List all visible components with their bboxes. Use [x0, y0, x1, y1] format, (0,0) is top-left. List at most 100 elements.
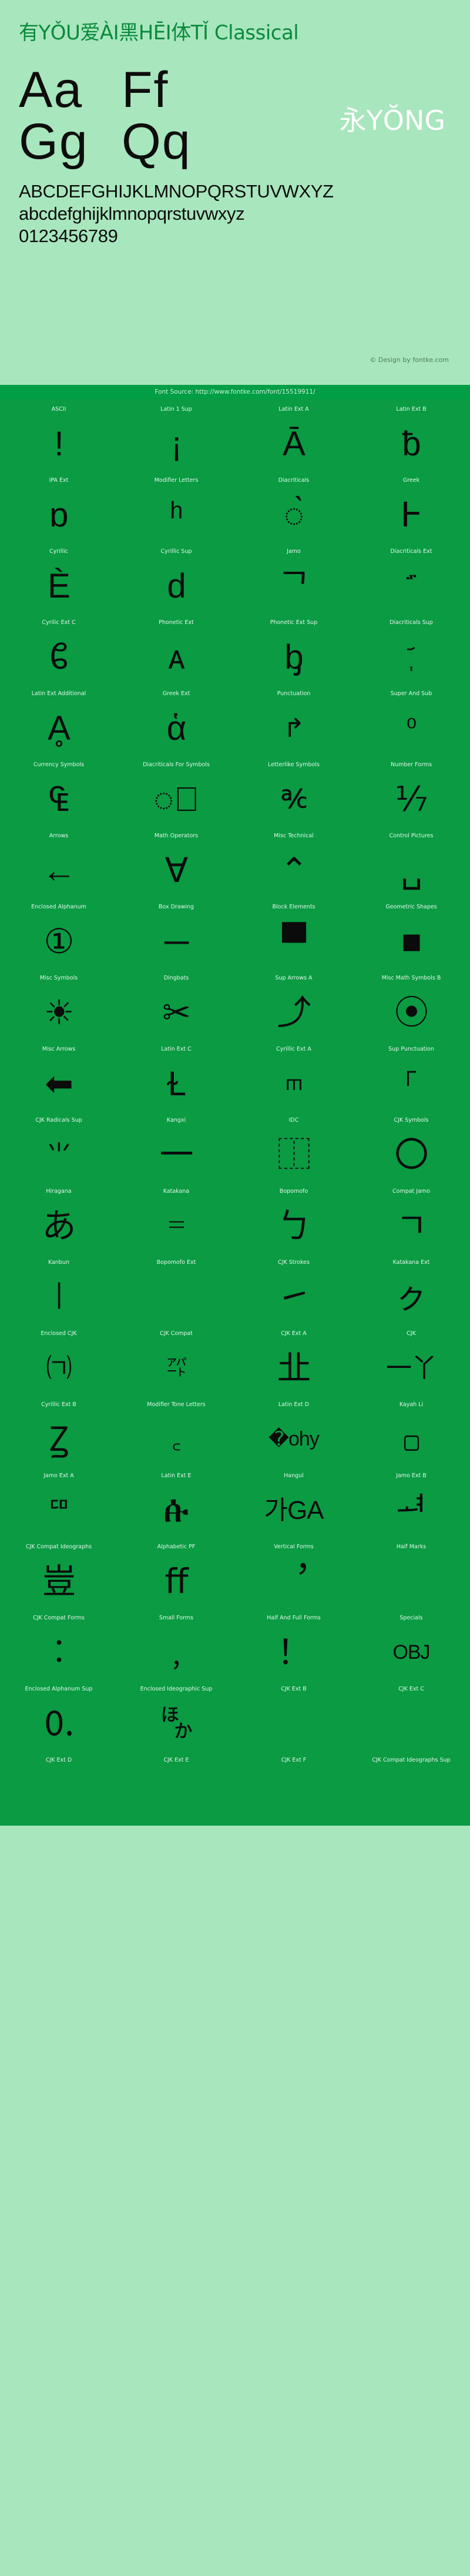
unicode-block-cell[interactable]: Latin Ext A Ā: [235, 404, 352, 475]
unicode-block-glyph: ힰ: [352, 1480, 470, 1541]
unicode-block-cell[interactable]: Greek Ext ἁ: [118, 688, 235, 759]
unicode-block-cell[interactable]: Misc Math Symbols B ⦿: [352, 972, 470, 1044]
unicode-block-label: Katakana Ext: [393, 1259, 430, 1266]
unicode-block-cell[interactable]: Sup Punctuation ⸀: [352, 1044, 470, 1115]
unicode-block-cell[interactable]: Diacriticals ◌̀: [235, 475, 352, 546]
unicode-block-cell[interactable]: IPA Ext ɒ: [0, 475, 118, 546]
unicode-block-cell[interactable]: Latin Ext B ƀ: [352, 404, 470, 475]
unicode-block-cell[interactable]: Katakana ゠: [118, 1186, 235, 1257]
unicode-block-label: CJK Ext C: [398, 1686, 424, 1693]
unicode-block-cell[interactable]: CJK Strokes ㇀: [235, 1257, 352, 1328]
unicode-block-cell[interactable]: Enclosed Alphanum ①: [0, 901, 118, 972]
unicode-block-cell[interactable]: CJK Compat Forms ︰: [0, 1612, 118, 1683]
unicode-block-cell[interactable]: Cyrillic Sup ԁ: [118, 546, 235, 617]
unicode-block-cell[interactable]: CJK Ext B 𠀀: [235, 1683, 352, 1755]
glyph-grid-row: Currency Symbols ₠ Diacriticals For Symbol…: [0, 759, 470, 830]
unicode-block-glyph: ﬀ: [118, 1551, 235, 1612]
unicode-block-cell[interactable]: Bopomofo ㄅ: [235, 1186, 352, 1257]
unicode-block-cell[interactable]: Letterlike Symbols ℀: [235, 759, 352, 830]
unicode-block-cell[interactable]: Cyrillic Ext A ᲅ: [235, 1044, 352, 1115]
unicode-block-cell[interactable]: CJK Compat Ideographs 豈: [0, 1541, 118, 1612]
unicode-block-cell[interactable]: Bopomofo Ext ㄰: [118, 1257, 235, 1328]
unicode-block-cell[interactable]: Box Drawing ─: [118, 901, 235, 972]
unicode-block-cell[interactable]: CJK Symbols 〇: [352, 1115, 470, 1186]
unicode-block-cell[interactable]: Katakana Ext ㇰ: [352, 1257, 470, 1328]
unicode-block-glyph: ⅐: [352, 769, 470, 830]
unicode-block-cell[interactable]: Kayah Li ꤀: [352, 1399, 470, 1470]
unicode-block-cell[interactable]: Hangul 가GA: [235, 1470, 352, 1541]
unicode-block-cell[interactable]: Dingbats ✂: [118, 972, 235, 1044]
unicode-block-cell[interactable]: Sup Arrows A ⤴: [235, 972, 352, 1044]
unicode-block-cell[interactable]: Punctuation ↱: [235, 688, 352, 759]
unicode-block-cell[interactable]: Modifier Tone Letters ꜀: [118, 1399, 235, 1470]
unicode-block-glyph: ㄅ: [235, 1195, 352, 1257]
unicode-block-cell[interactable]: CJK Compat Ideographs Sup 𪱀: [352, 1755, 470, 1826]
unicode-block-cell[interactable]: CJK Ext C 𪜀: [352, 1683, 470, 1755]
unicode-block-cell[interactable]: Specials OBJ: [352, 1612, 470, 1683]
unicode-block-cell[interactable]: Arrows ←: [0, 830, 118, 901]
unicode-block-cell[interactable]: Modifier Letters ʰ: [118, 475, 235, 546]
unicode-block-glyph: 一丫: [352, 1337, 470, 1399]
unicode-block-cell[interactable]: Enclosed Ideographic Sup 🈀: [118, 1683, 235, 1755]
unicode-block-cell[interactable]: Latin Ext D �ohy: [235, 1399, 352, 1470]
unicode-block-cell[interactable]: Math Operators ∀: [118, 830, 235, 901]
unicode-block-cell[interactable]: Super And Sub ⁰: [352, 688, 470, 759]
unicode-block-cell[interactable]: Latin Ext Additional Ḁ: [0, 688, 118, 759]
unicode-block-cell[interactable]: IDC ⿰: [235, 1115, 352, 1186]
glyph-grid-row: Cyrillic Ext B Ꙁ Modifier Tone Letters ꜀ Lat…: [0, 1399, 470, 1470]
unicode-block-cell[interactable]: Misc Symbols ☀: [0, 972, 118, 1044]
unicode-block-cell[interactable]: Latin Ext E ꬁ: [118, 1470, 235, 1541]
unicode-block-cell[interactable]: CJK Ext D 𫝀: [0, 1755, 118, 1826]
unicode-block-cell[interactable]: Number Forms ⅐: [352, 759, 470, 830]
unicode-block-cell[interactable]: Latin Ext C Ɫ: [118, 1044, 235, 1115]
unicode-block-cell[interactable]: Jamo Ext A ꥠ: [0, 1470, 118, 1541]
unicode-block-cell[interactable]: Geometric Shapes ■: [352, 901, 470, 972]
unicode-block-cell[interactable]: Half Marks︀: [352, 1541, 470, 1612]
unicode-block-cell[interactable]: Small Forms ﹐: [118, 1612, 235, 1683]
unicode-block-label: Diacriticals: [278, 477, 310, 484]
unicode-block-cell[interactable]: Alphabetic PF ﬀ: [118, 1541, 235, 1612]
unicode-block-cell[interactable]: Half And Full Forms ！: [235, 1612, 352, 1683]
unicode-block-cell[interactable]: Cyrillic Ext B Ꙁ: [0, 1399, 118, 1470]
unicode-block-cell[interactable]: Kangxi ⼀: [118, 1115, 235, 1186]
unicode-block-cell[interactable]: Greek Ͱ: [352, 475, 470, 546]
unicode-block-cell[interactable]: Diacriticals Ext᷀᷁: [352, 546, 470, 617]
unicode-block-cell[interactable]: Enclosed Alphanum Sup 🄀: [0, 1683, 118, 1755]
unicode-block-cell[interactable]: CJK Radicals Sup ⺌: [0, 1115, 118, 1186]
unicode-block-cell[interactable]: Phonetic Ext Sup ᶀ: [235, 617, 352, 688]
unicode-block-cell[interactable]: CJK Ext F 𬺰: [235, 1755, 352, 1826]
unicode-block-cell[interactable]: Misc Arrows ⬅: [0, 1044, 118, 1115]
unicode-block-label: CJK Ext D: [46, 1757, 72, 1764]
unicode-block-cell[interactable]: ASCII!: [0, 404, 118, 475]
unicode-block-label: Sup Arrows A: [275, 975, 312, 982]
unicode-block-cell[interactable]: Diacriticals Sup᷂᷄: [352, 617, 470, 688]
unicode-block-glyph: 㐀: [235, 1337, 352, 1399]
unicode-block-label: CJK Radicals Sup: [35, 1117, 82, 1124]
glyph-grid-row: IPA Ext ɒ Modifier Letters ʰ Diacriticals ◌̀ G…: [0, 475, 470, 546]
font-source-link[interactable]: Font Source: http://www.fontke.com/font/…: [155, 388, 315, 395]
unicode-block-cell[interactable]: Enclosed CJK ㈀: [0, 1328, 118, 1399]
unicode-block-cell[interactable]: Currency Symbols ₠: [0, 759, 118, 830]
unicode-block-cell[interactable]: Block Elements ▀: [235, 901, 352, 972]
unicode-block-cell[interactable]: CJK 一丫: [352, 1328, 470, 1399]
sample-glyph-qq: Qq: [122, 113, 239, 170]
unicode-block-cell[interactable]: Vertical Forms ︐: [235, 1541, 352, 1612]
unicode-block-cell[interactable]: Hiragana あ: [0, 1186, 118, 1257]
unicode-block-cell[interactable]: Diacriticals For Symbols ◌⃝: [118, 759, 235, 830]
unicode-block-label: Control Pictures: [390, 833, 434, 840]
unicode-block-cell[interactable]: Kanbun ㆐: [0, 1257, 118, 1328]
unicode-block-cell[interactable]: Misc Technical ⌃: [235, 830, 352, 901]
unicode-block-label: CJK Symbols: [394, 1117, 428, 1124]
unicode-block-cell[interactable]: Control Pictures ␣: [352, 830, 470, 901]
unicode-block-cell[interactable]: Latin 1 Sup ¡: [118, 404, 235, 475]
unicode-block-cell[interactable]: Compat Jamo ㄱ: [352, 1186, 470, 1257]
specimen-header: 有YǑU爱ÀI黑HĒI体TǏ Classical Aa Ff 永YŎNG Gg …: [0, 0, 470, 385]
unicode-block-cell[interactable]: Cyrillic Ѐ: [0, 546, 118, 617]
unicode-block-cell[interactable]: CJK Ext E 𫠠: [118, 1755, 235, 1826]
unicode-block-cell[interactable]: Jamo Ext B ힰ: [352, 1470, 470, 1541]
unicode-block-cell[interactable]: CJK Compat ㌀: [118, 1328, 235, 1399]
unicode-block-cell[interactable]: Jamo ᄀ: [235, 546, 352, 617]
unicode-block-cell[interactable]: Cyrilic Ext C ᲀ: [0, 617, 118, 688]
unicode-block-cell[interactable]: CJK Ext A 㐀: [235, 1328, 352, 1399]
unicode-block-cell[interactable]: Phonetic Ext ᴀ: [118, 617, 235, 688]
